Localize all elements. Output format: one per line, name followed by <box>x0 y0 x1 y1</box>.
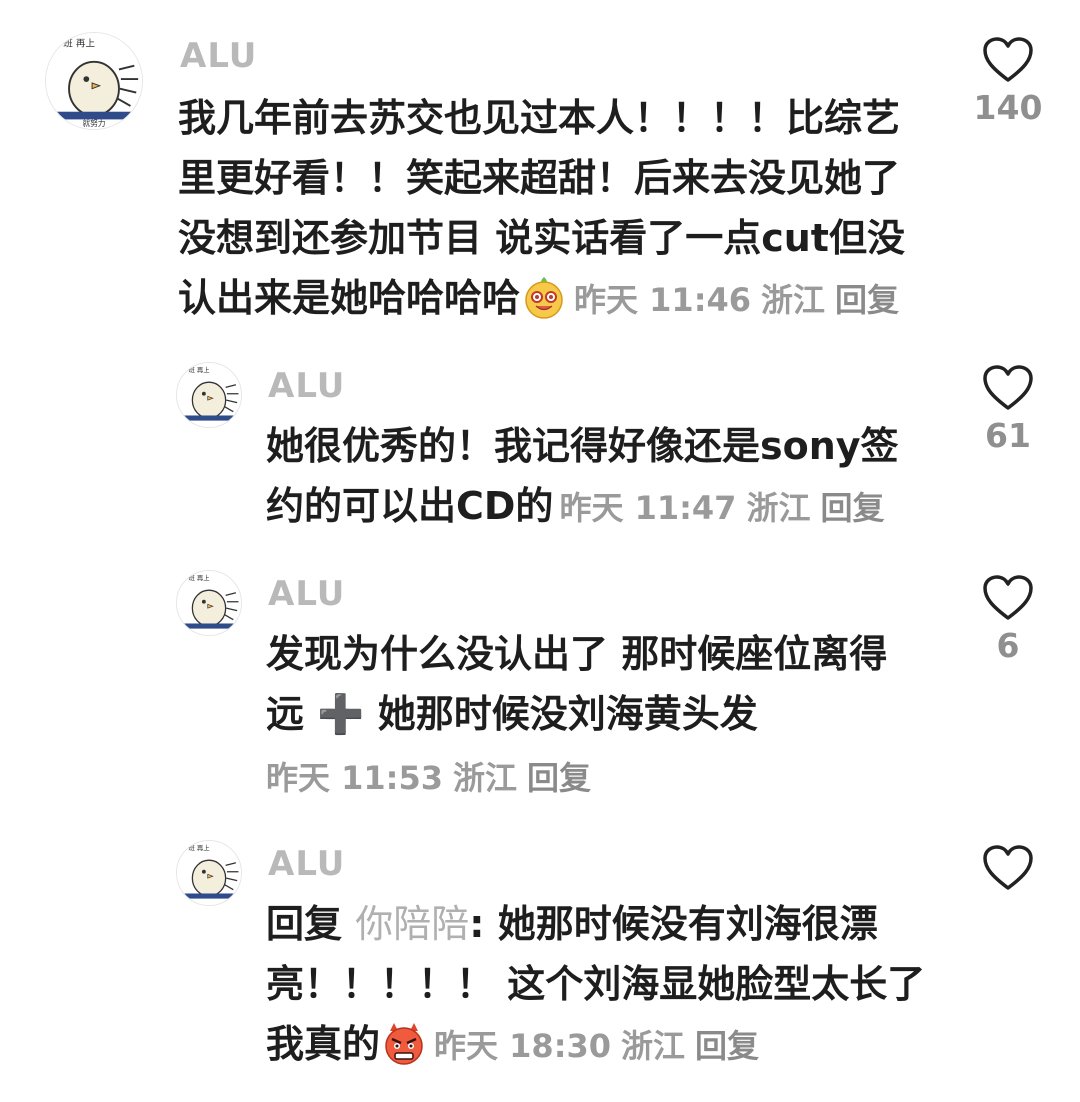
avatar-image: 班 再上 <box>177 571 241 635</box>
comment-location: 浙江 <box>761 281 826 319</box>
comment-meta: 昨天 11:46 浙江 回复 <box>574 281 909 319</box>
heart-outline-icon <box>983 37 1033 82</box>
comment-text: 我几年前去苏交也见过本人！！！！比综艺里更好看！！笑起来超甜！后来去没见她了没想… <box>178 88 930 330</box>
avatar[interactable]: 班 再上 就努力 <box>45 32 143 130</box>
like-count: 140 <box>973 88 1043 127</box>
like-button[interactable]: 140 <box>968 36 1048 128</box>
avatar[interactable]: 班 再上 <box>176 362 242 428</box>
reply-button[interactable]: 回复 <box>527 759 591 797</box>
comment-location: 浙江 <box>746 489 811 527</box>
comment-text: 她很优秀的！我记得好像还是sony签约的可以出CD的 昨天 11:47 浙江 回复 <box>266 416 926 538</box>
comment-item: 班 再上 就努力 ALU 我几年前去苏交也见过本人！！！！比综艺里更好看！！笑起… <box>0 0 1080 340</box>
avatar-caption-top: 班 再上 <box>189 573 211 582</box>
avatar-caption-top: 班 再上 <box>189 843 211 852</box>
username[interactable]: ALU <box>268 574 345 614</box>
like-count: 6 <box>996 626 1020 665</box>
like-button[interactable]: 61 <box>968 364 1048 456</box>
angry-devil-face-emoji-icon <box>382 1021 426 1065</box>
username[interactable]: ALU <box>268 844 345 884</box>
comment-text: 发现为什么没认出了 那时候座位离得远 ➕ 她那时候没刘海黄头发 <box>266 624 916 744</box>
like-button[interactable]: 6 <box>968 574 1048 666</box>
comment-time: 昨天 11:47 <box>559 489 737 527</box>
comment-location: 浙江 <box>453 759 518 797</box>
comment-meta: 昨天 18:30 浙江 回复 <box>434 1027 769 1065</box>
comment-time: 昨天 11:53 <box>266 759 444 797</box>
comment-meta: 昨天 11:47 浙江 回复 <box>559 489 894 527</box>
reply-item: 班 再上 ALU 发现为什么没认出了 那时候座位离得远 ➕ 她那时候没刘海黄头发… <box>0 550 1080 820</box>
comment-time: 昨天 11:46 <box>574 281 752 319</box>
heart-outline-icon <box>983 365 1033 410</box>
avatar-image: 班 再上 <box>177 841 241 905</box>
like-count: 61 <box>985 416 1031 455</box>
username[interactable]: ALU <box>268 366 345 406</box>
avatar-caption-top: 班 再上 <box>189 365 211 374</box>
reply-prefix: 回复 <box>266 902 343 946</box>
laughing-face-emoji-icon <box>522 275 566 319</box>
reply-item: 班 再上 ALU 回复 你陪陪: 她那时候没有刘海很漂亮！！！！！ 这个刘海显她… <box>0 820 1080 1102</box>
avatar-image: 班 再上 <box>177 363 241 427</box>
like-button[interactable] <box>968 844 1048 892</box>
mention-link[interactable]: 你陪陪 <box>355 902 469 946</box>
avatar-caption-bottom: 就努力 <box>82 118 105 128</box>
comment-time: 昨天 18:30 <box>434 1027 612 1065</box>
heart-outline-icon <box>983 845 1033 890</box>
heart-outline-icon <box>983 575 1033 620</box>
comment-body: 发现为什么没认出了 那时候座位离得远 ➕ 她那时候没刘海黄头发 <box>266 632 888 736</box>
username[interactable]: ALU <box>180 36 257 76</box>
avatar[interactable]: 班 再上 <box>176 840 242 906</box>
reply-item: 班 再上 ALU 她很优秀的！我记得好像还是sony签约的可以出CD的 昨天 11… <box>0 340 1080 550</box>
avatar-image: 班 再上 就努力 <box>46 33 142 129</box>
avatar[interactable]: 班 再上 <box>176 570 242 636</box>
comment-meta: 昨天 11:53 浙江 回复 <box>266 756 601 800</box>
avatar-caption-top: 班 再上 <box>63 37 95 49</box>
comment-text: 回复 你陪陪: 她那时候没有刘海很漂亮！！！！！ 这个刘海显她脸型太长了 我真的… <box>266 894 934 1076</box>
reply-button[interactable]: 回复 <box>695 1027 759 1065</box>
comment-location: 浙江 <box>621 1027 686 1065</box>
reply-button[interactable]: 回复 <box>820 489 884 527</box>
reply-button[interactable]: 回复 <box>835 281 899 319</box>
